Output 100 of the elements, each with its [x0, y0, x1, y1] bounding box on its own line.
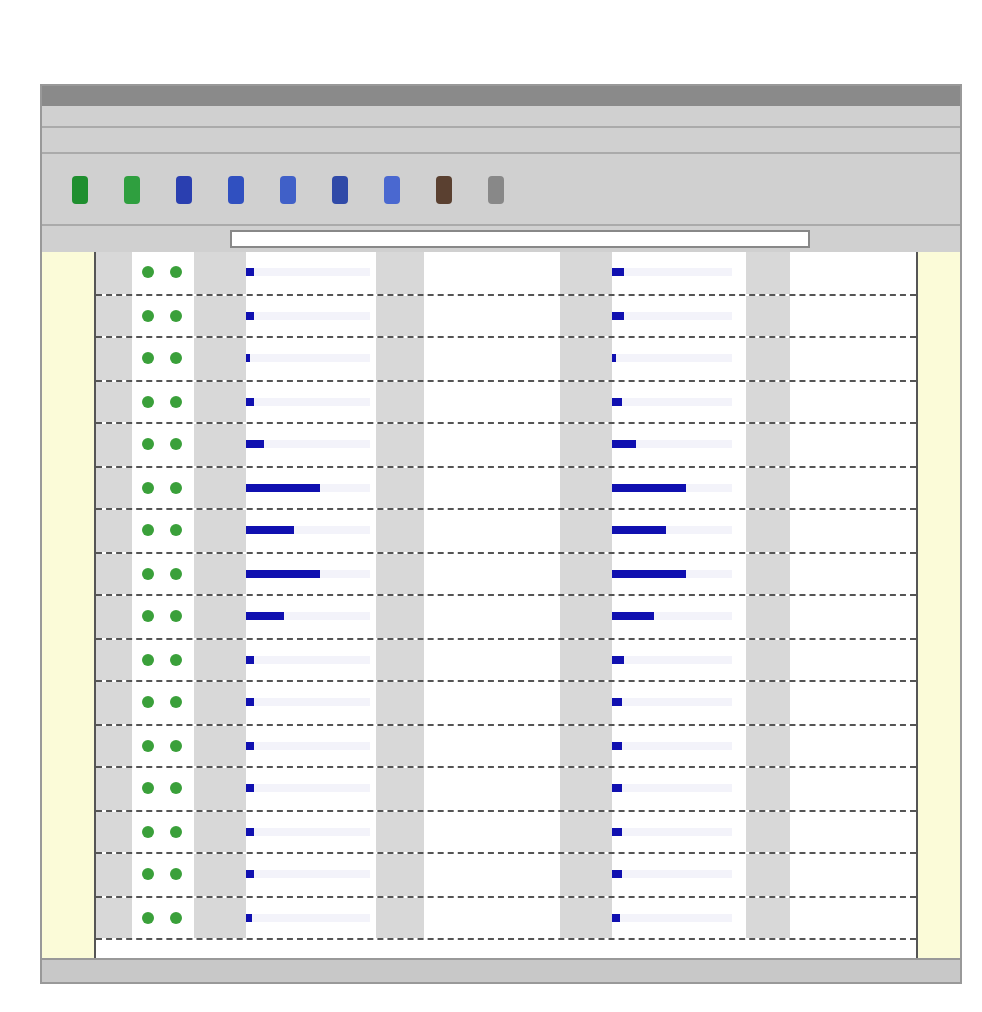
table-cell: [194, 553, 246, 594]
status-dot-icon: [170, 438, 182, 451]
table-cell: [560, 596, 612, 637]
table-cell: [560, 510, 612, 551]
status-dot-icon: [142, 395, 154, 408]
table-cell: [560, 424, 612, 465]
table-cell: [560, 381, 612, 422]
status-dot-icon: [170, 266, 182, 279]
table-cell: [376, 897, 424, 938]
row-number-cell: [96, 467, 132, 508]
status-dot-icon: [142, 266, 154, 279]
status-dot-icon: [142, 567, 154, 580]
status-dot-icon: [170, 352, 182, 365]
table-cell: [560, 338, 612, 379]
status-dot-icon: [142, 524, 154, 537]
table-cell: [194, 725, 246, 766]
table-cell: [376, 381, 424, 422]
table-cell: [560, 854, 612, 895]
table-cell: [746, 725, 790, 766]
status-dot-icon: [142, 739, 154, 752]
table-cell: [376, 467, 424, 508]
status-dot-icon: [170, 395, 182, 408]
row-number-cell: [96, 897, 132, 938]
status-dot-icon: [170, 782, 182, 795]
table-cell: [746, 295, 790, 336]
table-cell: [376, 596, 424, 637]
table-cell: [194, 381, 246, 422]
table-cell: [560, 639, 612, 680]
table-cell: [746, 553, 790, 594]
table-cell: [376, 639, 424, 680]
table-cell: [746, 897, 790, 938]
status-dot-icon: [170, 739, 182, 752]
table-cell: [194, 639, 246, 680]
table-cell: [746, 381, 790, 422]
row-number-cell: [96, 424, 132, 465]
table-cell: [746, 682, 790, 723]
table-cell: [194, 768, 246, 809]
row-number-cell: [96, 553, 132, 594]
table-cell: [194, 596, 246, 637]
table-cell: [746, 596, 790, 637]
table-cell: [560, 811, 612, 852]
status-dot-icon: [170, 868, 182, 881]
table-cell: [560, 897, 612, 938]
status-dot-icon: [142, 653, 154, 666]
table-cell: [746, 811, 790, 852]
row-number-cell: [96, 510, 132, 551]
table-cell: [194, 854, 246, 895]
row-number-cell: [96, 381, 132, 422]
status-dot-icon: [170, 825, 182, 838]
table-cell: [194, 682, 246, 723]
status-dot-icon: [142, 309, 154, 322]
table-cell: [194, 295, 246, 336]
table-cell: [376, 768, 424, 809]
table-cell: [194, 897, 246, 938]
table-cell: [376, 682, 424, 723]
row-number-cell: [96, 639, 132, 680]
table-cell: [376, 854, 424, 895]
table-cell: [376, 725, 424, 766]
address-field[interactable]: [230, 230, 810, 248]
table-cell: [194, 338, 246, 379]
table-cell: [746, 510, 790, 551]
table-cell: [560, 768, 612, 809]
status-dot-icon: [170, 567, 182, 580]
status-dot-icon: [142, 782, 154, 795]
table-cell: [376, 811, 424, 852]
table-cell: [560, 295, 612, 336]
row-number-cell: [96, 725, 132, 766]
table-cell: [746, 338, 790, 379]
table-cell: [560, 682, 612, 723]
table-cell: [376, 510, 424, 551]
status-dot-icon: [170, 481, 182, 494]
status-dot-icon: [170, 653, 182, 666]
row-number-cell: [96, 682, 132, 723]
status-dot-icon: [170, 524, 182, 537]
row-number-cell: [96, 338, 132, 379]
table-cell: [746, 467, 790, 508]
status-dot-icon: [142, 825, 154, 838]
table-cell: [746, 424, 790, 465]
status-dot-icon: [142, 352, 154, 365]
status-dot-icon: [142, 481, 154, 494]
row-number-cell: [96, 854, 132, 895]
table-cell: [194, 424, 246, 465]
status-dot-icon: [170, 696, 182, 709]
table-cell: [560, 725, 612, 766]
table-cell: [376, 295, 424, 336]
status-dot-icon: [142, 696, 154, 709]
row-number-cell: [96, 811, 132, 852]
status-dot-icon: [142, 868, 154, 881]
row-number-cell: [96, 768, 132, 809]
table-cell: [194, 510, 246, 551]
row-number-cell: [96, 596, 132, 637]
status-dot-icon: [170, 911, 182, 924]
status-dot-icon: [142, 438, 154, 451]
table-cell: [194, 811, 246, 852]
table-cell: [560, 553, 612, 594]
status-dot-icon: [170, 610, 182, 623]
status-dot-icon: [170, 309, 182, 322]
status-dot-icon: [142, 911, 154, 924]
table-cell: [560, 467, 612, 508]
table-cell: [376, 338, 424, 379]
